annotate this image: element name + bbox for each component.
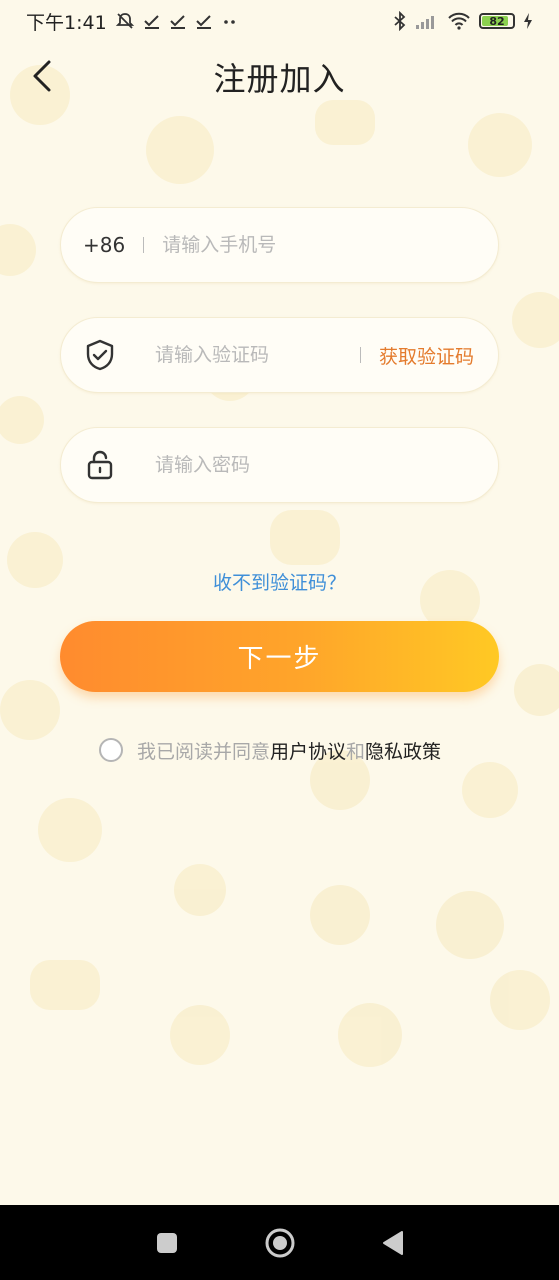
bell-off-icon xyxy=(115,13,134,29)
wifi-icon xyxy=(448,12,470,30)
back-triangle-icon xyxy=(382,1230,403,1255)
agree-checkbox[interactable] xyxy=(99,738,123,762)
agreement-row: 我已阅读并同意 用户协议 和 隐私政策 xyxy=(99,736,441,764)
check-icon xyxy=(169,15,185,29)
separator xyxy=(143,237,145,253)
charging-icon xyxy=(524,13,532,29)
square-icon xyxy=(156,1232,177,1253)
country-code[interactable]: +86 xyxy=(83,233,125,257)
battery-level: 82 xyxy=(489,14,505,28)
phone-input[interactable] xyxy=(162,234,498,256)
back-nav-button[interactable] xyxy=(373,1223,413,1263)
page-title: 注册加入 xyxy=(213,60,346,98)
check-icon xyxy=(143,15,159,29)
no-code-link[interactable]: 收不到验证码？ xyxy=(0,568,559,595)
signal-icon xyxy=(416,16,434,29)
status-bar: 下午1:41 82 xyxy=(0,0,559,42)
lock-icon xyxy=(83,448,117,482)
separator xyxy=(359,347,361,363)
privacy-policy-link[interactable]: 隐私政策 xyxy=(365,737,441,764)
check-icon xyxy=(195,15,211,29)
password-field xyxy=(60,427,499,503)
status-left: 下午1:41 xyxy=(26,8,239,35)
agreement-and: 和 xyxy=(346,740,366,763)
more-dots-icon xyxy=(223,20,235,24)
home-button[interactable] xyxy=(260,1223,300,1263)
status-right: 82 xyxy=(393,11,533,31)
password-input[interactable] xyxy=(155,454,498,476)
code-field: 获取验证码 xyxy=(60,317,499,393)
home-circle-icon xyxy=(265,1228,294,1257)
header: 注册加入 xyxy=(0,44,559,106)
phone-field: +86 xyxy=(60,207,499,283)
get-code-button[interactable]: 获取验证码 xyxy=(379,342,474,369)
agreement-prefix: 我已阅读并同意 xyxy=(137,740,271,763)
next-button[interactable]: 下一步 xyxy=(60,621,499,692)
code-input[interactable] xyxy=(155,344,342,366)
battery-icon: 82 xyxy=(479,13,515,29)
recents-button[interactable] xyxy=(147,1223,187,1263)
background-pattern xyxy=(0,65,559,1067)
user-agreement-link[interactable]: 用户协议 xyxy=(270,737,346,764)
bluetooth-icon xyxy=(394,11,406,31)
system-nav-bar xyxy=(0,1205,559,1280)
shield-check-icon xyxy=(83,338,117,372)
status-time: 下午1:41 xyxy=(26,11,107,34)
